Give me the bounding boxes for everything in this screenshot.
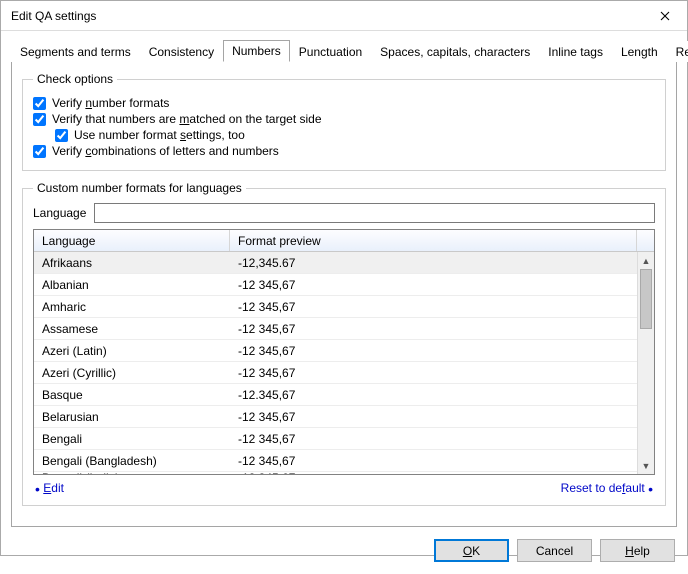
table-row[interactable]: Belarusian-12 345,67 bbox=[34, 406, 637, 428]
scroll-up-icon[interactable]: ▲ bbox=[638, 252, 654, 269]
grid-links-row: • Edit Reset to default • bbox=[33, 475, 655, 495]
col-header-format[interactable]: Format preview bbox=[230, 230, 637, 251]
verify-combinations-checkbox[interactable] bbox=[33, 145, 46, 158]
cell-format: -12 345,67 bbox=[230, 410, 637, 424]
cell-format: -12 345,67 bbox=[230, 366, 637, 380]
formats-grid: Language Format preview Afrikaans-12,345… bbox=[33, 229, 655, 475]
close-button[interactable] bbox=[642, 1, 687, 31]
reset-link-wrap: Reset to default • bbox=[561, 481, 653, 495]
language-filter-input[interactable] bbox=[94, 203, 655, 223]
bullet-icon: • bbox=[648, 481, 653, 497]
cell-format: -12 345,67 bbox=[230, 454, 637, 468]
edit-link[interactable]: Edit bbox=[43, 481, 64, 495]
table-row[interactable]: Bengali (India)-12 345,67 bbox=[34, 472, 637, 474]
grid-body: Afrikaans-12,345.67 Albanian-12 345,67 A… bbox=[34, 252, 654, 474]
table-row[interactable]: Amharic-12 345,67 bbox=[34, 296, 637, 318]
language-filter-row: Language bbox=[33, 203, 655, 223]
cell-format: -12 345,67 bbox=[230, 472, 637, 474]
bullet-icon: • bbox=[35, 481, 40, 497]
verify-matched-label: Verify that numbers are matched on the t… bbox=[52, 112, 322, 126]
tab-panel-numbers: Check options Verify number formats Veri… bbox=[11, 62, 677, 527]
check-options-group: Check options Verify number formats Veri… bbox=[22, 72, 666, 171]
tab-numbers[interactable]: Numbers bbox=[223, 40, 290, 62]
scroll-down-icon[interactable]: ▼ bbox=[638, 457, 654, 474]
table-row[interactable]: Basque-12.345,67 bbox=[34, 384, 637, 406]
tab-spaces-capitals[interactable]: Spaces, capitals, characters bbox=[371, 41, 539, 62]
tab-regex[interactable]: Regex bbox=[667, 41, 688, 62]
use-number-format-settings-row: Use number format settings, too bbox=[55, 128, 655, 142]
dialog-button-row: OK Cancel Help bbox=[1, 527, 687, 574]
cell-language: Basque bbox=[34, 388, 230, 402]
cell-language: Assamese bbox=[34, 322, 230, 336]
table-row[interactable]: Bengali-12 345,67 bbox=[34, 428, 637, 450]
table-row[interactable]: Azeri (Latin)-12 345,67 bbox=[34, 340, 637, 362]
tab-inline-tags[interactable]: Inline tags bbox=[539, 41, 612, 62]
verify-matched-row: Verify that numbers are matched on the t… bbox=[33, 112, 655, 126]
table-row[interactable]: Albanian-12 345,67 bbox=[34, 274, 637, 296]
cell-language: Amharic bbox=[34, 300, 230, 314]
close-icon bbox=[660, 11, 670, 21]
cell-format: -12 345,67 bbox=[230, 322, 637, 336]
check-options-legend: Check options bbox=[33, 72, 117, 86]
scroll-track[interactable] bbox=[638, 269, 654, 457]
table-row[interactable]: Azeri (Cyrillic)-12 345,67 bbox=[34, 362, 637, 384]
language-filter-label: Language bbox=[33, 206, 86, 220]
scroll-thumb[interactable] bbox=[640, 269, 652, 329]
table-row[interactable]: Afrikaans-12,345.67 bbox=[34, 252, 637, 274]
tab-consistency[interactable]: Consistency bbox=[140, 41, 223, 62]
table-row[interactable]: Assamese-12 345,67 bbox=[34, 318, 637, 340]
custom-formats-legend: Custom number formats for languages bbox=[33, 181, 246, 195]
help-button[interactable]: Help bbox=[600, 539, 675, 562]
col-header-language[interactable]: Language bbox=[34, 230, 230, 251]
tab-punctuation[interactable]: Punctuation bbox=[290, 41, 371, 62]
grid-rows: Afrikaans-12,345.67 Albanian-12 345,67 A… bbox=[34, 252, 637, 474]
reset-to-default-link[interactable]: Reset to default bbox=[561, 481, 645, 495]
cell-language: Bengali (India) bbox=[34, 472, 230, 474]
table-row[interactable]: Bengali (Bangladesh)-12 345,67 bbox=[34, 450, 637, 472]
cell-language: Azeri (Cyrillic) bbox=[34, 366, 230, 380]
cell-format: -12,345.67 bbox=[230, 256, 637, 270]
grid-header: Language Format preview bbox=[34, 230, 654, 252]
cell-language: Belarusian bbox=[34, 410, 230, 424]
verify-combinations-row: Verify combinations of letters and numbe… bbox=[33, 144, 655, 158]
cell-format: -12 345,67 bbox=[230, 300, 637, 314]
use-number-format-settings-label: Use number format settings, too bbox=[74, 128, 245, 142]
tab-strip: Segments and terms Consistency Numbers P… bbox=[11, 39, 677, 62]
verify-number-formats-label: Verify number formats bbox=[52, 96, 169, 110]
cancel-button[interactable]: Cancel bbox=[517, 539, 592, 562]
verify-number-formats-row: Verify number formats bbox=[33, 96, 655, 110]
cell-format: -12 345,67 bbox=[230, 278, 637, 292]
cell-format: -12.345,67 bbox=[230, 388, 637, 402]
custom-formats-group: Custom number formats for languages Lang… bbox=[22, 181, 666, 506]
use-number-format-settings-checkbox[interactable] bbox=[55, 129, 68, 142]
verify-combinations-label: Verify combinations of letters and numbe… bbox=[52, 144, 279, 158]
cell-language: Bengali (Bangladesh) bbox=[34, 454, 230, 468]
cell-language: Albanian bbox=[34, 278, 230, 292]
vertical-scrollbar[interactable]: ▲ ▼ bbox=[637, 252, 654, 474]
cell-format: -12 345,67 bbox=[230, 344, 637, 358]
verify-number-formats-checkbox[interactable] bbox=[33, 97, 46, 110]
cell-language: Azeri (Latin) bbox=[34, 344, 230, 358]
col-header-scroll-spacer bbox=[637, 230, 654, 251]
edit-link-wrap: • Edit bbox=[35, 481, 64, 495]
dialog-content: Segments and terms Consistency Numbers P… bbox=[1, 31, 687, 527]
cell-language: Bengali bbox=[34, 432, 230, 446]
titlebar: Edit QA settings bbox=[1, 1, 687, 31]
cell-language: Afrikaans bbox=[34, 256, 230, 270]
tab-length[interactable]: Length bbox=[612, 41, 667, 62]
verify-matched-checkbox[interactable] bbox=[33, 113, 46, 126]
cell-format: -12 345,67 bbox=[230, 432, 637, 446]
tab-segments-terms[interactable]: Segments and terms bbox=[11, 41, 140, 62]
ok-button[interactable]: OK bbox=[434, 539, 509, 562]
window-title: Edit QA settings bbox=[11, 9, 96, 23]
